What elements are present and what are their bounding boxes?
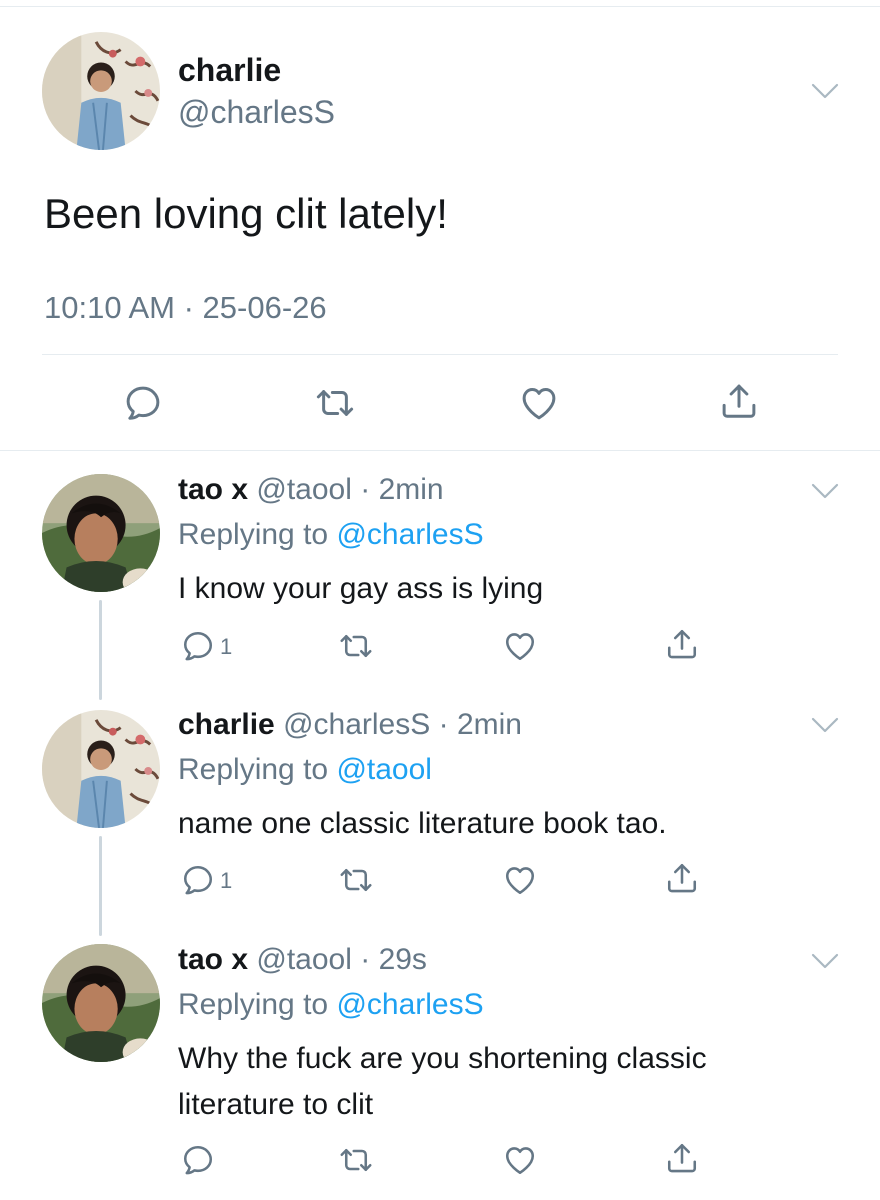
reply-button[interactable]: 1 — [180, 862, 232, 898]
author-handle[interactable]: @charlesS — [283, 708, 430, 741]
avatar-image — [42, 944, 160, 1062]
top-divider — [0, 6, 880, 7]
reply-time: 2min — [456, 708, 522, 741]
reply-button[interactable]: 1 — [180, 628, 232, 664]
replying-label: Replying to — [178, 988, 337, 1021]
tweet-text: Been loving clit lately! — [44, 190, 448, 237]
retweet-icon — [314, 382, 356, 424]
chevron-down-icon[interactable] — [810, 716, 840, 734]
avatar[interactable] — [42, 32, 160, 150]
replying-to: Replying to @charlesS — [178, 518, 484, 552]
reply-header: tao x @taool · 2min — [178, 473, 444, 507]
like-button[interactable] — [502, 628, 538, 664]
author-name[interactable]: charlie — [178, 708, 275, 741]
thread-line — [99, 600, 102, 700]
avatar[interactable] — [42, 710, 160, 828]
reply-header: tao x @taool · 29s — [178, 943, 427, 977]
like-icon — [502, 862, 538, 898]
chevron-down-icon[interactable] — [810, 482, 840, 500]
reply-header: charlie @charlesS · 2min — [178, 708, 522, 742]
mention-link[interactable]: @taool — [336, 753, 432, 786]
share-button[interactable] — [718, 380, 760, 422]
avatar[interactable] — [42, 474, 160, 592]
retweet-button[interactable] — [314, 382, 356, 424]
reply-icon — [180, 628, 216, 664]
like-icon — [502, 628, 538, 664]
like-button[interactable] — [518, 382, 560, 424]
reply-count: 1 — [220, 868, 233, 893]
replying-to: Replying to @charlesS — [178, 988, 484, 1022]
avatar-image — [42, 474, 160, 592]
reply-text: I know your gay ass is lying — [178, 572, 544, 605]
reply-time: 2min — [378, 473, 444, 506]
share-icon — [664, 1140, 700, 1176]
dot-separator: · — [430, 708, 457, 741]
like-button[interactable] — [502, 1142, 538, 1178]
share-button[interactable] — [664, 860, 700, 896]
author-name[interactable]: tao x — [178, 473, 248, 506]
dot-separator: · — [351, 473, 379, 506]
tweet-timestamp: 10:10 AM · 25-06-26 — [44, 290, 327, 325]
reply-time: 29s — [378, 943, 427, 976]
dot-separator: · — [351, 943, 379, 976]
retweet-button[interactable] — [338, 1142, 374, 1178]
reply-text: name one classic literature book tao. — [178, 807, 667, 840]
reply-icon — [180, 862, 216, 898]
divider — [0, 450, 880, 451]
author-name[interactable]: tao x — [178, 943, 248, 976]
divider — [42, 354, 838, 355]
reply-button[interactable] — [180, 1142, 220, 1178]
reply-text: Why the fuck are you shortening classic … — [178, 1042, 707, 1121]
share-icon — [718, 380, 760, 422]
retweet-icon — [338, 1142, 374, 1178]
avatar-image — [42, 710, 160, 828]
like-button[interactable] — [502, 862, 538, 898]
thread-line — [99, 836, 102, 936]
share-button[interactable] — [664, 626, 700, 662]
reply-icon — [180, 1142, 216, 1178]
reply-count: 1 — [220, 634, 233, 659]
retweet-icon — [338, 628, 374, 664]
like-icon — [502, 1142, 538, 1178]
avatar-image — [42, 32, 160, 150]
share-button[interactable] — [664, 1140, 700, 1176]
author-handle[interactable]: @taool — [256, 943, 352, 976]
reply-button[interactable] — [122, 382, 164, 424]
like-icon — [518, 382, 560, 424]
chevron-down-icon[interactable] — [810, 82, 840, 100]
retweet-button[interactable] — [338, 862, 374, 898]
author-handle[interactable]: @taool — [256, 473, 352, 506]
author-name[interactable]: charlie — [178, 52, 281, 89]
replying-label: Replying to — [178, 753, 337, 786]
share-icon — [664, 626, 700, 662]
retweet-button[interactable] — [338, 628, 374, 664]
avatar[interactable] — [42, 944, 160, 1062]
replying-label: Replying to — [178, 518, 337, 551]
author-handle[interactable]: @charlesS — [178, 94, 335, 131]
chevron-down-icon[interactable] — [810, 952, 840, 970]
mention-link[interactable]: @charlesS — [336, 518, 483, 551]
replying-to: Replying to @taool — [178, 753, 432, 787]
share-icon — [664, 860, 700, 896]
mention-link[interactable]: @charlesS — [336, 988, 483, 1021]
reply-icon — [122, 382, 164, 424]
retweet-icon — [338, 862, 374, 898]
